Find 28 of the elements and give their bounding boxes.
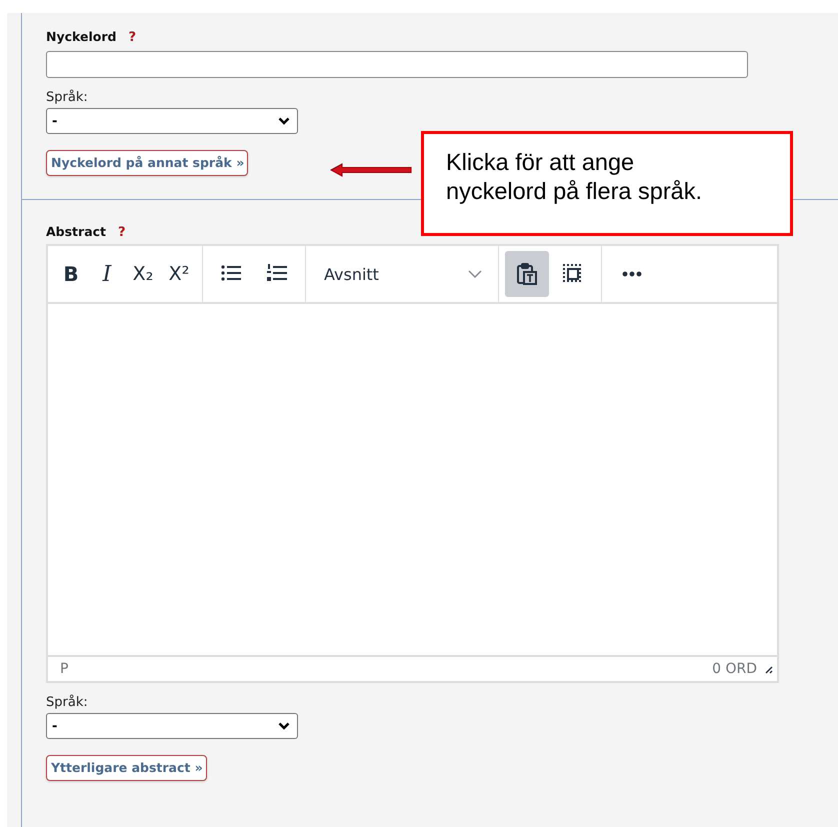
subscript-button[interactable]: X₂ [126,251,160,297]
help-link[interactable]: ? [128,30,136,45]
select-all-icon [562,263,584,285]
field-label: Nyckelord [46,29,116,44]
field-label: Språk: [46,90,89,107]
chevron-down-icon [278,722,290,730]
chevron-down-icon [468,270,482,278]
paste-as-text-button[interactable] [505,251,549,297]
arrow-left-icon [330,163,412,177]
bold-button[interactable]: B [54,251,88,297]
italic-button[interactable]: I [90,251,124,297]
field-label: Abstract [46,224,106,239]
add-abstract-button[interactable]: Ytterligare abstract » [46,755,207,781]
field-label: Språk: [46,695,89,712]
add-keyword-language-button[interactable]: Nyckelord på annat språk » [46,150,248,176]
callout-text: Klicka för att ange nyckelord på flera språk. [446,148,704,206]
language-select[interactable]: - [46,713,298,739]
resize-handle-icon [763,664,773,674]
word-count[interactable]: 0 ORD [712,661,757,677]
element-path[interactable]: P [60,661,68,677]
more-icon [622,270,642,278]
superscript-button[interactable]: X² [162,251,196,297]
format-dropdown[interactable]: Avsnitt [312,251,492,297]
language-select[interactable]: - [46,108,298,134]
help-link[interactable]: ? [118,225,126,240]
paste-text-icon [516,263,538,285]
chevron-down-icon [278,117,290,125]
keyword-input[interactable] [46,51,748,78]
